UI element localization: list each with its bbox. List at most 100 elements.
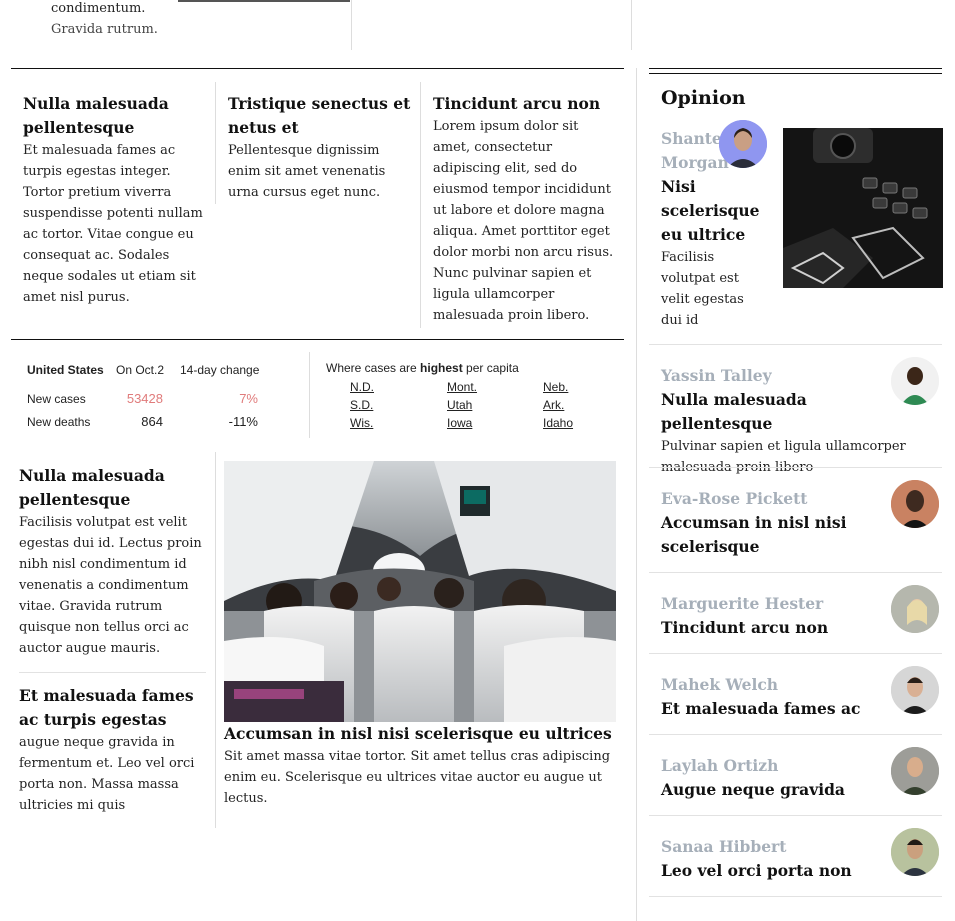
- story-headline[interactable]: Et malesuada fames ac turpis egestas: [19, 684, 209, 732]
- per-capita-title: Where cases are highest per capita: [326, 361, 616, 375]
- story-summary: Facilisis volutpat est velit egestas dui…: [19, 515, 202, 656]
- avatar-image: [891, 828, 939, 876]
- opinion-item[interactable]: Marguerite Hester Tincidunt arcu non: [661, 592, 881, 640]
- opinion-item[interactable]: Mahek Welch Et malesuada fames ac: [661, 673, 881, 721]
- state-link[interactable]: Ark.: [543, 398, 564, 412]
- opinion-title[interactable]: Accumsan in nisl nisi scelerisque: [661, 511, 881, 559]
- divider: [649, 734, 942, 735]
- story-card[interactable]: Tincidunt arcu non Lorem ipsum dolor sit…: [433, 92, 615, 326]
- opinion-item[interactable]: Eva-Rose Pickett Accumsan in nisl nisi s…: [661, 487, 881, 559]
- avatar[interactable]: [891, 828, 939, 876]
- avatar[interactable]: [891, 585, 939, 633]
- stats-date: On Oct.2: [116, 363, 165, 377]
- per-capita-text: per capita: [462, 361, 519, 375]
- top-story-line: Gravida rutrum.: [51, 22, 158, 37]
- opinion-author[interactable]: Yassin Talley: [661, 364, 921, 388]
- divider: [649, 467, 942, 468]
- per-capita-strong: highest: [420, 361, 463, 375]
- opinion-title[interactable]: Leo vel orci porta non: [661, 859, 881, 883]
- avatar[interactable]: [891, 480, 939, 528]
- divider: [215, 82, 216, 204]
- state-link[interactable]: Wis.: [350, 416, 373, 430]
- avatar[interactable]: [891, 357, 939, 405]
- divider: [649, 653, 942, 654]
- case-stats-table: United States On Oct.2 14-day change New…: [27, 361, 267, 436]
- story-summary: Et malesuada fames ac turpis egestas int…: [23, 143, 203, 305]
- stats-change-header: 14-day change: [180, 363, 260, 377]
- opinion-author[interactable]: Mahek Welch: [661, 673, 881, 697]
- stats-row-label: New cases: [27, 392, 86, 406]
- opinion-title[interactable]: Tincidunt arcu non: [661, 616, 881, 640]
- feature-photo[interactable]: [224, 461, 616, 722]
- opinion-author[interactable]: Sanaa Hibbert: [661, 835, 881, 859]
- opinion-item[interactable]: Sanaa Hibbert Leo vel orci porta non: [661, 835, 881, 883]
- opinion-title[interactable]: Nisi scelerisque eu ultrice: [661, 175, 760, 247]
- divider: [649, 572, 942, 573]
- story-headline[interactable]: Tincidunt arcu non: [433, 92, 615, 116]
- story-headline[interactable]: Tristique senectus et netus et: [228, 92, 413, 140]
- divider: [420, 82, 421, 328]
- opinion-rule: [649, 68, 942, 69]
- story-summary: Pellentesque dignissim enim sit amet ven…: [228, 143, 386, 200]
- per-capita-text: Where cases are: [326, 361, 421, 375]
- state-link[interactable]: Idaho: [543, 416, 573, 430]
- opinion-summary: Facilisis volutpat est velit egestas dui…: [661, 250, 744, 328]
- divider: [631, 0, 632, 50]
- feature-story[interactable]: Accumsan in nisl nisi scelerisque eu ult…: [224, 722, 619, 809]
- avatar-image: [891, 357, 939, 405]
- divider: [649, 896, 942, 897]
- state-link[interactable]: Iowa: [447, 416, 472, 430]
- story-headline[interactable]: Nulla malesuada pellentesque: [23, 92, 208, 140]
- section-rule: [11, 68, 624, 69]
- feature-summary: Sit amet massa vitae tortor. Sit amet te…: [224, 749, 611, 806]
- stats-region: United States: [27, 363, 104, 377]
- top-image-fragment: [178, 0, 350, 2]
- stats-row-label: New deaths: [27, 415, 91, 429]
- opinion-title[interactable]: Augue neque gravida: [661, 778, 881, 802]
- opinion-item[interactable]: Laylah Ortizh Augue neque gravida: [661, 754, 881, 802]
- avatar[interactable]: [719, 120, 767, 168]
- opinion-lead-photo[interactable]: [783, 128, 943, 288]
- opinion-author[interactable]: Marguerite Hester: [661, 592, 881, 616]
- opinion-item[interactable]: Yassin Talley Nulla malesuada pellentesq…: [661, 364, 921, 478]
- story-card[interactable]: Tristique senectus et netus et Pellentes…: [228, 92, 413, 203]
- divider: [215, 452, 216, 828]
- section-rule: [11, 339, 624, 340]
- feature-headline[interactable]: Accumsan in nisl nisi scelerisque eu ult…: [224, 722, 619, 746]
- avatar[interactable]: [891, 747, 939, 795]
- avatar[interactable]: [891, 666, 939, 714]
- stats-row-value: 864: [141, 414, 163, 429]
- stats-row-change: -11%: [228, 414, 258, 429]
- story-card[interactable]: Nulla malesuada pellentesque Facilisis v…: [19, 464, 209, 659]
- story-summary: Lorem ipsum dolor sit amet, consectetur …: [433, 119, 614, 323]
- state-link[interactable]: Utah: [447, 398, 472, 412]
- top-story-line: condimentum.: [51, 1, 146, 16]
- divider: [19, 672, 206, 673]
- state-link[interactable]: Neb.: [543, 380, 568, 394]
- opinion-title[interactable]: Nulla malesuada pellentesque: [661, 388, 921, 436]
- opinion-author[interactable]: Eva-Rose Pickett: [661, 487, 881, 511]
- stats-row-value: 53428: [126, 391, 163, 406]
- avatar-image: [891, 666, 939, 714]
- story-card[interactable]: Nulla malesuada pellentesque Et malesuad…: [23, 92, 208, 308]
- airplane-cabin-image: [224, 461, 616, 722]
- story-card[interactable]: Et malesuada fames ac turpis egestas aug…: [19, 684, 209, 816]
- divider: [649, 815, 942, 816]
- divider: [649, 344, 942, 345]
- avatar-image: [891, 747, 939, 795]
- opinion-author[interactable]: Laylah Ortizh: [661, 754, 881, 778]
- state-link[interactable]: S.D.: [350, 398, 373, 412]
- opinion-title[interactable]: Et malesuada fames ac: [661, 697, 881, 721]
- opinion-summary: Pulvinar sapien et ligula ullamcorper ma…: [661, 439, 906, 475]
- typewriter-image: [783, 128, 943, 288]
- state-link[interactable]: Mont.: [447, 380, 477, 394]
- divider: [351, 0, 352, 50]
- state-link[interactable]: N.D.: [350, 380, 374, 394]
- opinion-heading[interactable]: Opinion: [661, 87, 746, 109]
- column-divider: [636, 68, 637, 921]
- stats-row-change: 7%: [239, 391, 258, 406]
- story-headline[interactable]: Nulla malesuada pellentesque: [19, 464, 209, 512]
- avatar-image: [891, 585, 939, 633]
- avatar-image: [891, 480, 939, 528]
- divider: [309, 352, 310, 438]
